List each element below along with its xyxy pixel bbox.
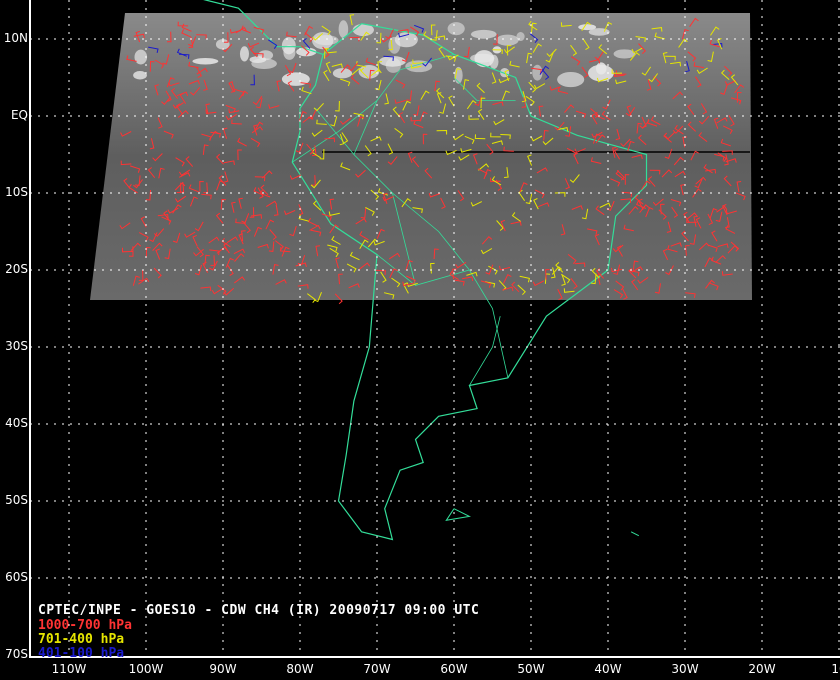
cloud [588, 28, 610, 36]
cloud [133, 70, 147, 80]
map-canvas [29, 0, 840, 658]
longitude-label: 10 [831, 662, 840, 676]
cloud [192, 58, 219, 65]
longitude-label: 30W [671, 662, 699, 676]
falkland-islands [445, 508, 471, 521]
longitude-label: 20W [748, 662, 776, 676]
cloud [588, 64, 614, 82]
legend-mid-level: 701-400 hPa [38, 632, 125, 647]
latitude-label: 40S [5, 416, 28, 430]
longitude-label: 110W [51, 662, 87, 676]
satellite-image [90, 13, 752, 300]
cloud [613, 49, 636, 59]
longitude-label: 100W [128, 662, 164, 676]
latitude-label: 30S [5, 339, 28, 353]
legend-low-level: 1000-700 hPa [38, 618, 132, 633]
latitude-label: 10N [3, 31, 28, 45]
cloud [447, 22, 465, 36]
latitude-label: 10S [5, 185, 28, 199]
latitude-label: 60S [5, 570, 28, 584]
longitude-label: 40W [594, 662, 622, 676]
latitude-label: 20S [5, 262, 28, 276]
cloud [470, 29, 497, 39]
cloud [474, 50, 495, 68]
cloud [557, 71, 585, 88]
cloud [249, 56, 267, 64]
cloud [281, 72, 310, 86]
cloud [134, 49, 148, 65]
longitude-label: 80W [286, 662, 314, 676]
latitude-label: EQ [10, 108, 28, 122]
cloud [496, 34, 519, 46]
country-border [469, 316, 501, 386]
south-georgia [630, 531, 640, 537]
longitude-label: 90W [209, 662, 237, 676]
legend-high-level: 401-100 hPa [38, 646, 125, 661]
longitude-label: 70W [363, 662, 391, 676]
longitude-label: 60W [440, 662, 468, 676]
latitude-label: 50S [5, 493, 28, 507]
cloud [332, 68, 353, 79]
longitude-label: 50W [517, 662, 545, 676]
latitude-label: 70S [5, 647, 28, 661]
cloud [283, 45, 296, 60]
satellite-wind-map: 10N EQ 10S 20S 30S 40S 50S 60S 70S 110W 100W 90W 80… [0, 0, 840, 680]
cloud [312, 32, 334, 50]
map-title: CPTEC/INPE - GOES10 - CDW CH4 (IR) 20090… [38, 603, 480, 618]
cloud [239, 46, 249, 62]
